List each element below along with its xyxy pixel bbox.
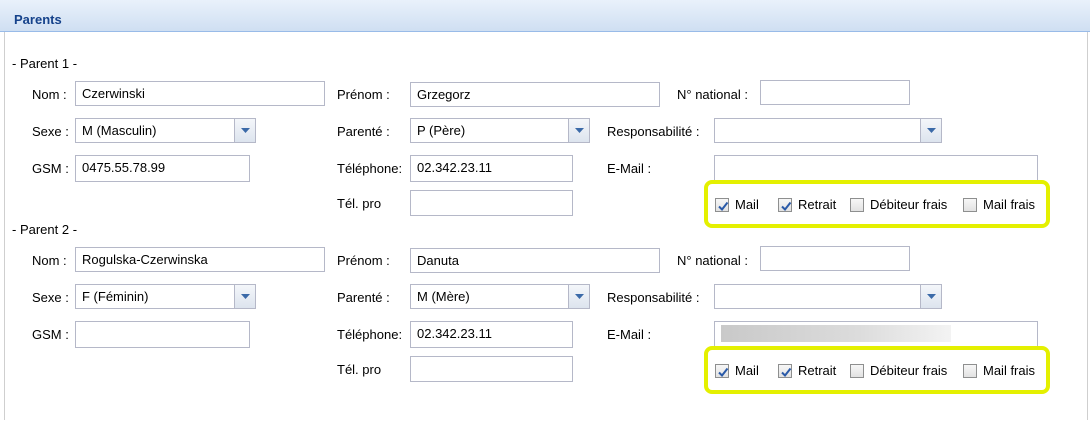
chevron-down-icon[interactable] xyxy=(920,285,941,308)
retrait-checkbox[interactable]: Retrait xyxy=(778,197,836,212)
national-label: N° national : xyxy=(677,253,748,268)
select-value: M (Mère) xyxy=(417,289,470,304)
telephone-input[interactable]: 02.342.23.11 xyxy=(410,155,573,182)
parent-heading: - Parent 1 - xyxy=(12,56,78,71)
nom-input[interactable]: Rogulska-Czerwinska xyxy=(75,247,325,272)
checkbox-label: Débiteur frais xyxy=(870,363,948,378)
telpro-input[interactable] xyxy=(410,356,573,382)
parente-label: Parenté : xyxy=(337,124,390,139)
telpro-label: Tél. pro xyxy=(337,196,382,211)
sexe-select[interactable]: F (Féminin) xyxy=(75,284,256,309)
gsm-input[interactable]: 0475.55.78.99 xyxy=(75,155,250,182)
mail-checkbox[interactable]: Mail xyxy=(715,363,759,378)
checkmark-icon[interactable] xyxy=(778,363,792,378)
nom-label: Nom : xyxy=(32,87,67,102)
parente-select[interactable]: P (Père) xyxy=(410,118,590,143)
sexe-label: Sexe : xyxy=(32,290,69,305)
select-value: M (Masculin) xyxy=(82,123,157,138)
email-input[interactable] xyxy=(714,155,1038,182)
checkbox-icon[interactable] xyxy=(850,363,864,378)
prenom-input[interactable]: Grzegorz xyxy=(410,82,660,107)
panel-header: Parents xyxy=(0,0,1090,32)
select-value: F (Féminin) xyxy=(82,289,149,304)
chevron-down-icon[interactable] xyxy=(568,119,589,142)
checkbox-label: Débiteur frais xyxy=(870,197,948,212)
telephone-input[interactable]: 02.342.23.11 xyxy=(410,321,573,348)
checkbox-label: Mail xyxy=(735,197,759,212)
sexe-label: Sexe : xyxy=(32,124,69,139)
email-input[interactable] xyxy=(714,321,1038,348)
parent-heading: - Parent 2 - xyxy=(12,222,78,237)
prenom-label: Prénom : xyxy=(337,253,390,268)
sexe-select[interactable]: M (Masculin) xyxy=(75,118,256,143)
mail-frais-checkbox[interactable]: Mail frais xyxy=(963,197,1035,212)
debiteur-frais-checkbox[interactable]: Débiteur frais xyxy=(850,197,947,212)
email-label: E-Mail : xyxy=(607,327,652,342)
prenom-input[interactable]: Danuta xyxy=(410,248,660,273)
responsabilite-select[interactable] xyxy=(714,118,942,143)
telephone-label: Téléphone: xyxy=(337,327,403,342)
email-label: E-Mail : xyxy=(607,161,652,176)
nom-input[interactable]: Czerwinski xyxy=(75,81,325,106)
checkbox-label: Mail xyxy=(735,363,759,378)
chevron-down-icon[interactable] xyxy=(568,285,589,308)
prenom-label: Prénom : xyxy=(337,87,390,102)
parente-select[interactable]: M (Mère) xyxy=(410,284,590,309)
national-input[interactable] xyxy=(760,246,910,271)
telpro-label: Tél. pro xyxy=(337,362,382,377)
email-redacted xyxy=(721,325,951,342)
nom-label: Nom : xyxy=(32,253,67,268)
checkbox-label: Retrait xyxy=(798,197,837,212)
panel-title: Parents xyxy=(14,12,62,27)
chevron-down-icon[interactable] xyxy=(234,285,255,308)
gsm-label: GSM : xyxy=(32,161,69,176)
chevron-down-icon[interactable] xyxy=(234,119,255,142)
national-input[interactable] xyxy=(760,80,910,105)
select-value: P (Père) xyxy=(417,123,466,138)
checkbox-label: Mail frais xyxy=(983,197,1036,212)
mail-frais-checkbox[interactable]: Mail frais xyxy=(963,363,1035,378)
telephone-label: Téléphone: xyxy=(337,161,403,176)
retrait-checkbox[interactable]: Retrait xyxy=(778,363,836,378)
checkbox-icon[interactable] xyxy=(963,363,977,378)
parente-label: Parenté : xyxy=(337,290,390,305)
responsabilite-label: Responsabilité : xyxy=(607,290,700,305)
checkbox-label: Retrait xyxy=(798,363,837,378)
telpro-input[interactable] xyxy=(410,190,573,216)
responsabilite-label: Responsabilité : xyxy=(607,124,700,139)
gsm-input[interactable] xyxy=(75,321,250,348)
checkmark-icon[interactable] xyxy=(715,363,729,378)
gsm-label: GSM : xyxy=(32,327,69,342)
debiteur-frais-checkbox[interactable]: Débiteur frais xyxy=(850,363,947,378)
chevron-down-icon[interactable] xyxy=(920,119,941,142)
mail-checkbox[interactable]: Mail xyxy=(715,197,759,212)
checkbox-icon[interactable] xyxy=(963,197,977,212)
checkmark-icon[interactable] xyxy=(715,197,729,212)
checkbox-label: Mail frais xyxy=(983,363,1036,378)
responsabilite-select[interactable] xyxy=(714,284,942,309)
checkbox-icon[interactable] xyxy=(850,197,864,212)
national-label: N° national : xyxy=(677,87,748,102)
checkmark-icon[interactable] xyxy=(778,197,792,212)
